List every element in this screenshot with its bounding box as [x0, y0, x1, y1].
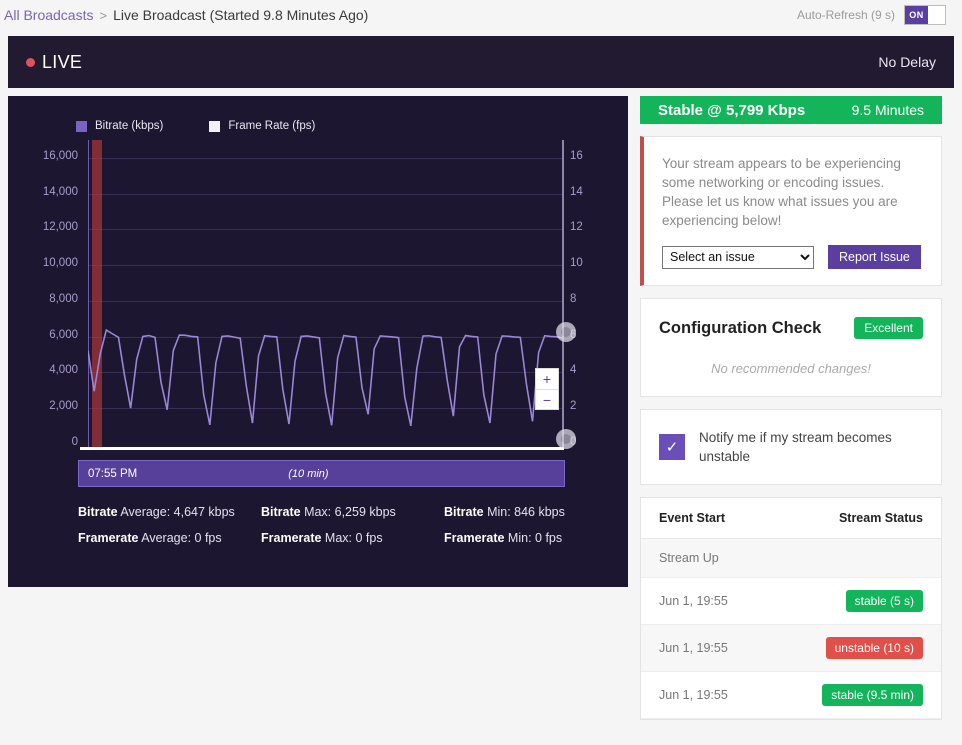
legend-label-bitrate: Bitrate (kbps): [95, 120, 164, 132]
chart-y2-tick-label: 2: [570, 400, 577, 413]
status-badge: unstable (10 s): [825, 637, 923, 659]
event-status-cell: stable (5 s): [771, 577, 941, 625]
events-table-head: Event Start Stream Status: [641, 498, 941, 539]
live-status-label: LIVE: [42, 51, 83, 72]
chart-stat-cell: Framerate Min: 0 fps: [444, 531, 563, 545]
breadcrumb-current: Live Broadcast (Started 9.8 Minutes Ago): [113, 7, 369, 23]
breadcrumb-root-link[interactable]: All Broadcasts: [4, 7, 93, 23]
chart-series-svg: [88, 328, 563, 427]
chart-stat-cell: Bitrate Max: 6,259 kbps: [261, 505, 396, 519]
configuration-check-card: Configuration Check Excellent No recomme…: [640, 298, 942, 397]
auto-refresh-label: Auto-Refresh (9 s): [796, 8, 895, 22]
legend-swatch-framerate: [209, 120, 221, 132]
chart-stats: Bitrate Average: 4,647 kbps Bitrate Max: …: [78, 505, 628, 545]
chart-range-handle-bottom[interactable]: [556, 429, 576, 449]
issue-select[interactable]: Select an issue: [662, 245, 814, 269]
breadcrumb-separator: >: [99, 7, 108, 23]
chart-y2-tick-label: 4: [570, 364, 577, 377]
events-col-start: Event Start: [641, 498, 772, 539]
chart-x-axis-line: [80, 447, 564, 450]
stream-status-duration: 9.5 Minutes: [851, 102, 924, 118]
event-status-cell: stable (9.5 min): [771, 671, 941, 719]
live-dot-icon: [26, 57, 35, 67]
chart-stat-cell: Framerate Max: 0 fps: [261, 531, 383, 545]
table-row[interactable]: Jun 1, 19:55 stable (9.5 min): [641, 671, 941, 719]
notify-label: Notify me if my stream becomes unstable: [699, 430, 892, 464]
chart-y-tick-label: 12,000: [42, 221, 78, 234]
chart-y-tick-label: 10,000: [42, 257, 78, 270]
auto-refresh-toggle-knob: [928, 6, 945, 24]
chart-stat-cell: Bitrate Average: 4,647 kbps: [78, 505, 235, 519]
auto-refresh-toggle[interactable]: ON: [904, 5, 946, 25]
configuration-check-badge: Excellent: [854, 317, 923, 339]
status-badge: stable (5 s): [845, 590, 923, 612]
auto-refresh-group: Auto-Refresh (9 s) ON: [797, 5, 946, 25]
report-issue-button[interactable]: Report Issue: [828, 245, 921, 269]
chart-zoom-controls[interactable]: + −: [535, 368, 559, 410]
chart-y-tick-label: 6,000: [49, 328, 78, 341]
event-start-cell: Jun 1, 19:55: [641, 671, 772, 719]
chart-y2-tick-label: 8: [570, 292, 577, 305]
chart-y-tick-label: 0: [71, 436, 78, 448]
issue-alert-body: Your stream appears to be experiencing s…: [644, 137, 941, 285]
stream-status-title: Stable @ 5,799 Kbps: [658, 101, 806, 119]
chart-y-tick-label: 16,000: [42, 149, 78, 162]
chart-y-tick-label: 14,000: [42, 185, 78, 198]
event-start-cell: Stream Up: [641, 538, 772, 578]
table-row[interactable]: Jun 1, 19:55 stable (5 s): [641, 577, 941, 625]
event-status-cell: [771, 538, 941, 578]
events-card: Event Start Stream Status Stream Up Jun 1…: [640, 497, 942, 720]
issue-alert-card: Your stream appears to be experiencing s…: [640, 136, 942, 286]
chart-stat-cell: Bitrate Min: 846 kbps: [444, 505, 565, 519]
chart-zoom-out-button[interactable]: −: [536, 389, 558, 409]
events-col-status: Stream Status: [771, 498, 941, 539]
events-header-row: Event Start Stream Status: [641, 498, 941, 539]
chart-plot-area[interactable]: 0 2,000 4,000 6,000 8,000 10,000 12,000 14,000 1…: [8, 140, 628, 450]
legend-label-framerate: Frame Rate (fps): [228, 120, 316, 132]
sidebar: Stable @ 5,799 Kbps 9.5 Minutes Your str…: [640, 96, 942, 720]
table-row[interactable]: Stream Up: [641, 538, 941, 578]
chart-panel: Bitrate (kbps) Frame Rate (fps) 0 2,000 4,…: [8, 96, 628, 587]
events-table-body: Stream Up Jun 1, 19:55 stable (5 s) Jun 1, …: [641, 538, 941, 719]
delay-label: No Delay: [878, 54, 936, 70]
chart-y2-tick-label: 16: [570, 149, 583, 162]
events-table: Event Start Stream Status Stream Up Jun 1…: [641, 498, 941, 719]
chart-timeline-bar[interactable]: 07:55 PM (10 min): [78, 460, 565, 487]
configuration-check-header: Configuration Check Excellent: [641, 299, 941, 339]
legend-item-framerate[interactable]: Frame Rate (fps): [209, 120, 315, 132]
live-banner: LIVE No Delay: [8, 36, 954, 88]
chart-stat-row: Framerate Average: 0 fps Framerate Max: 0…: [78, 531, 628, 545]
auto-refresh-toggle-state: ON: [905, 6, 928, 24]
notify-checkbox[interactable]: ✓: [659, 434, 685, 460]
issue-alert-controls: Select an issue Report Issue: [662, 245, 923, 269]
notify-card: ✓ Notify me if my stream becomes unstabl…: [640, 409, 942, 485]
legend-swatch-bitrate: [76, 120, 87, 132]
stream-status-banner: Stable @ 5,799 Kbps 9.5 Minutes: [640, 96, 942, 124]
main-content: Bitrate (kbps) Frame Rate (fps) 0 2,000 4,…: [0, 88, 962, 728]
event-status-cell: unstable (10 s): [771, 624, 941, 672]
notify-row[interactable]: ✓ Notify me if my stream becomes unstabl…: [641, 410, 941, 484]
timeline-time-label: 07:55 PM: [88, 467, 138, 480]
chart-y-tick-label: 8,000: [49, 292, 78, 305]
configuration-check-note: No recommended changes!: [711, 361, 871, 376]
chart-y2-tick-label: 12: [570, 221, 583, 234]
status-badge: stable (9.5 min): [822, 684, 923, 706]
chart-y-tick-label: 2,000: [49, 400, 78, 413]
chart-stat-cell: Framerate Average: 0 fps: [78, 531, 222, 545]
timeline-duration-label: (10 min): [288, 467, 329, 480]
chart-zoom-in-button[interactable]: +: [536, 369, 558, 389]
breadcrumb-bar: All Broadcasts > Live Broadcast (Started…: [0, 0, 962, 30]
table-row[interactable]: Jun 1, 19:55 unstable (10 s): [641, 624, 941, 672]
chart-y2-tick-label: 14: [570, 185, 583, 198]
issue-alert-message: Your stream appears to be experiencing s…: [662, 156, 901, 228]
event-start-cell: Jun 1, 19:55: [641, 624, 772, 672]
legend-item-bitrate[interactable]: Bitrate (kbps): [76, 120, 163, 132]
chart-legend: Bitrate (kbps) Frame Rate (fps): [8, 96, 628, 132]
chart-range-handle-top[interactable]: [556, 321, 576, 342]
event-start-cell: Jun 1, 19:55: [641, 577, 772, 625]
chart-y2-tick-label: 10: [570, 257, 583, 270]
chart-y-tick-label: 4,000: [49, 364, 78, 377]
chart-stat-row: Bitrate Average: 4,647 kbps Bitrate Max: …: [78, 505, 628, 519]
configuration-check-title: Configuration Check: [659, 318, 822, 337]
